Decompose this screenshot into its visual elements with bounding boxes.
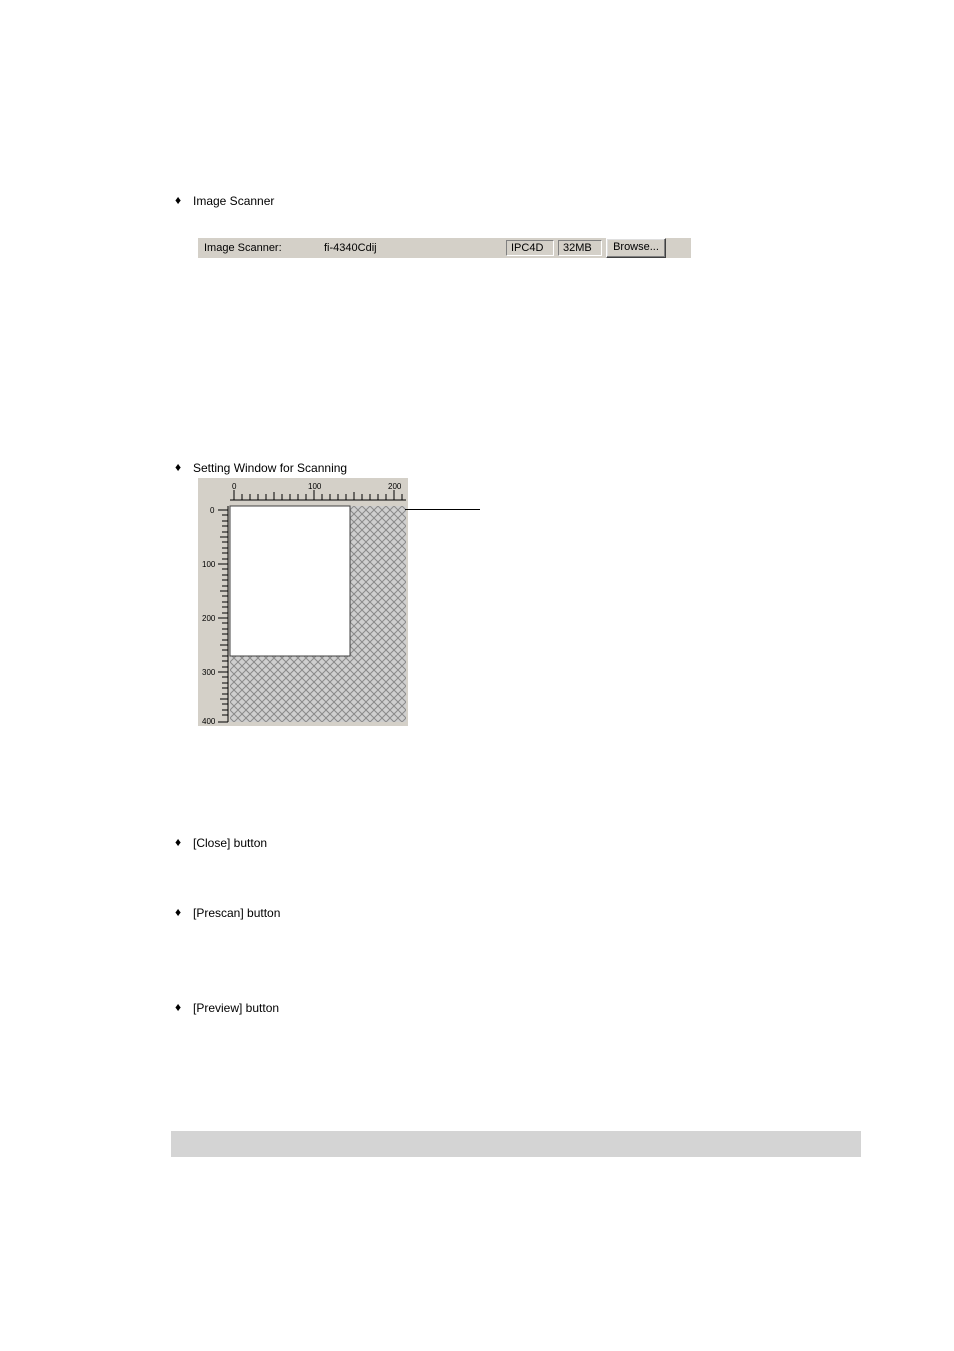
heading-close-button: [Close] button [193,835,855,851]
gray-highlight-bar [171,1131,861,1157]
heading-setting-window: Setting Window for Scanning [193,460,855,476]
ruler-h0: 0 [232,482,237,491]
heading-preview-button: [Preview] button [193,1000,855,1016]
ruler-v300: 300 [202,668,216,677]
ruler-h200: 200 [388,482,402,491]
ruler-v400: 400 [202,717,216,726]
bullet-icon: ♦ [175,1000,193,1014]
scanner-value: fi-4340Cdij [324,242,506,254]
image-scanner-bar: Image Scanner: fi-4340Cdij IPC4D 32MB Br… [198,238,691,258]
ipc-box: IPC4D [506,240,554,256]
bullet-icon: ♦ [175,905,193,919]
ruler-v0: 0 [210,506,215,515]
ruler-h100: 100 [308,482,322,491]
bullet-icon: ♦ [175,193,193,207]
callout-arrow [405,509,480,510]
scanning-preview: 0 100 200 0 100 200 300 400 [198,478,408,726]
scanner-label: Image Scanner: [198,242,324,254]
ruler-v100: 100 [202,560,216,569]
mem-box: 32MB [558,240,602,256]
browse-button[interactable]: Browse... [606,238,666,258]
ruler-v200: 200 [202,614,216,623]
heading-prescan-button: [Prescan] button [193,905,855,921]
bullet-icon: ♦ [175,460,193,474]
heading-image-scanner: Image Scanner [193,193,855,209]
bullet-icon: ♦ [175,835,193,849]
